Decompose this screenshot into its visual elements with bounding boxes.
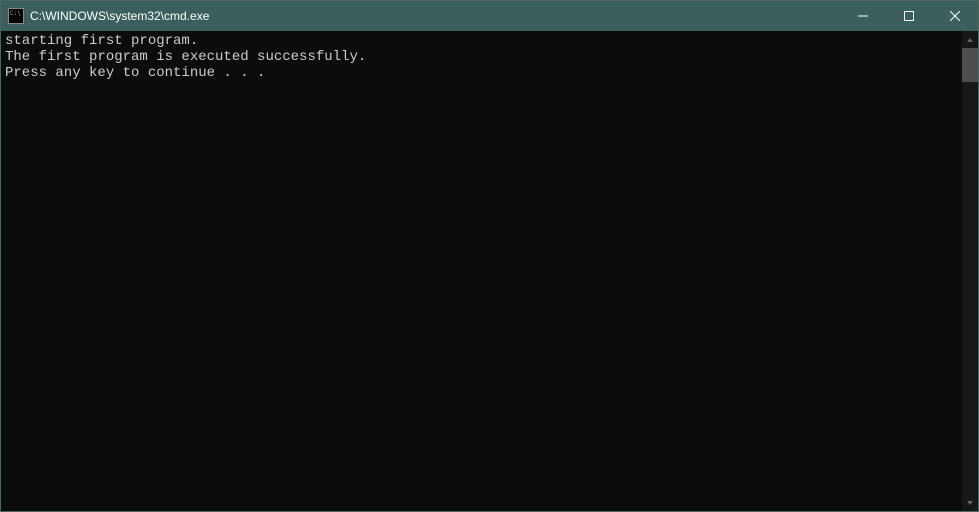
scrollbar[interactable]	[962, 31, 978, 511]
window-title: C:\WINDOWS\system32\cmd.exe	[30, 9, 840, 23]
window-controls	[840, 1, 978, 31]
cmd-icon	[8, 8, 24, 24]
scroll-down-button[interactable]	[962, 494, 978, 511]
terminal-area[interactable]: starting first program. The first progra…	[1, 31, 978, 511]
scroll-thumb[interactable]	[962, 48, 978, 82]
close-button[interactable]	[932, 1, 978, 31]
minimize-button[interactable]	[840, 1, 886, 31]
titlebar[interactable]: C:\WINDOWS\system32\cmd.exe	[1, 1, 978, 31]
terminal-output: starting first program. The first progra…	[1, 31, 962, 511]
maximize-button[interactable]	[886, 1, 932, 31]
scroll-up-button[interactable]	[962, 31, 978, 48]
